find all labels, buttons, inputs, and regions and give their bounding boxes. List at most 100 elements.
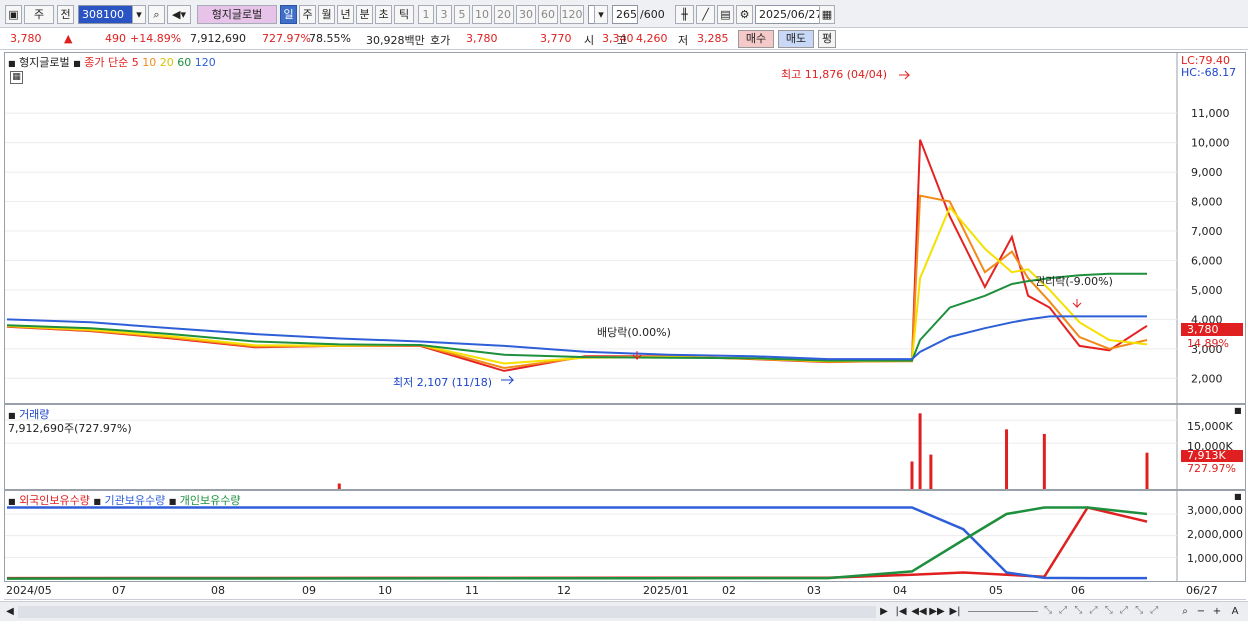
legend-foreign: 외국인보유수량 [19, 494, 90, 507]
scroll-left-button[interactable]: ◀ [4, 605, 16, 619]
quote-bar: 3,780 ▲ 490 +14.89% 7,912,690 727.97% 78… [0, 28, 1248, 50]
buy-button[interactable]: 매수 [738, 30, 774, 48]
interval-10[interactable]: 10 [472, 5, 492, 24]
scroll-track[interactable] [18, 606, 876, 618]
window-icon[interactable]: ▣ [5, 5, 22, 24]
tab-second[interactable]: 초 [375, 5, 392, 24]
save-icon[interactable]: ▤ [717, 5, 734, 24]
holdings-lines [6, 506, 1148, 580]
price-y-tick: 8,000 [1191, 196, 1223, 209]
code-dropdown-icon[interactable]: ▾ [132, 5, 146, 24]
text-tool-button[interactable]: A [1228, 605, 1242, 619]
speaker-icon[interactable]: ◀▾ [167, 5, 191, 24]
open-label: 시 [584, 34, 595, 47]
high-annotation: 최고 11,876 (04/04) [781, 68, 888, 81]
x-tick-07: 07 [112, 584, 126, 597]
current-price: 3,780 [10, 32, 42, 45]
gear-icon[interactable]: ⚙ [736, 5, 753, 24]
ma-10: 10 [142, 56, 157, 69]
holdings-line-1 [7, 506, 1147, 580]
x-tick-09: 09 [302, 584, 316, 597]
main-toolbar: ▣ 주 전 308100 ▾ ⌕ ◀▾ 형지글로벌 일 주 월 년 분 초 틱 … [0, 0, 1248, 28]
stock-name-button[interactable]: 형지글로벌 [197, 5, 277, 24]
zoom-in-button[interactable]: + [1210, 605, 1224, 619]
price-y-tick: 6,000 [1191, 254, 1223, 267]
price-chart-panel[interactable]: 11,000 10,000 9,000 8,000 7,000 6,000 5,000 4,0… [4, 52, 1246, 404]
market-select[interactable]: 주 [24, 5, 54, 24]
volume-bars [337, 413, 1149, 489]
close-icon[interactable]: ■ [1234, 406, 1242, 415]
interval-30[interactable]: 30 [516, 5, 536, 24]
avg-button[interactable]: 평 [818, 30, 836, 48]
volume-panel[interactable]: ■ 거래량 7,912,690주(727.97%) 15,000K 10,000… [4, 404, 1246, 490]
drawing-tools-icon[interactable]: ⤡ ⤢ ⤡ ⤢ ⤡ ⤢ ⤡ ⤢ [1044, 605, 1174, 619]
zoom-search-icon[interactable]: ⌕ [1178, 605, 1192, 619]
x-tick-08: 08 [211, 584, 225, 597]
volume-ratio: 727.97% [262, 32, 311, 45]
tab-month[interactable]: 월 [318, 5, 335, 24]
holdings-legend: ■ 외국인보유수량 ■ 기관보유수량 ■ 개인보유수량 [8, 492, 241, 508]
candle-icon[interactable]: ╫ [675, 5, 694, 24]
tab-week[interactable]: 주 [299, 5, 316, 24]
first-button[interactable]: |◀ [893, 605, 909, 619]
calendar-icon[interactable]: ▦ [819, 5, 835, 24]
low-arrow-icon [501, 375, 515, 385]
scroll-right-button[interactable]: ▶ [878, 605, 890, 619]
tab-minute[interactable]: 분 [356, 5, 373, 24]
close-icon[interactable]: ■ [1234, 492, 1242, 501]
x-tick-03: 03 [807, 584, 821, 597]
x-tick-10: 10 [378, 584, 392, 597]
prev-button[interactable]: 전 [57, 5, 74, 24]
search-icon[interactable]: ⌕ [148, 5, 165, 24]
interval-120[interactable]: 120 [560, 5, 584, 24]
prev-page-button[interactable]: ◀◀ [911, 605, 927, 619]
high-label: 고 [617, 34, 628, 47]
low-label: 저 [678, 34, 689, 47]
price-ma-lines [6, 70, 1148, 385]
volume-bar [1005, 429, 1009, 489]
chart-scrollbar[interactable]: ◀ ▶ |◀ ◀◀ ▶▶ ▶| ⤡ ⤢ ⤡ ⤢ ⤡ ⤢ ⤡ ⤢ ⌕ − + A [0, 601, 1248, 621]
bid-label: 호가 [430, 34, 451, 47]
zoom-slider[interactable] [968, 611, 1038, 612]
ma-line-10 [6, 194, 1148, 370]
price-grid [5, 53, 1178, 403]
trade-amount: 30,928백만 [366, 34, 425, 47]
last-button[interactable]: ▶| [947, 605, 963, 619]
interval-1[interactable]: 1 [418, 5, 434, 24]
price-y-tick: 10,000 [1191, 137, 1230, 150]
interval-20[interactable]: 20 [494, 5, 514, 24]
hc-label: HC:-68.17 [1181, 66, 1237, 79]
interval-60[interactable]: 60 [538, 5, 558, 24]
legend-institution: 기관보유수량 [104, 494, 166, 507]
rights-arrow-icon [1072, 299, 1082, 309]
zoom-out-button[interactable]: − [1194, 605, 1208, 619]
sell-button[interactable]: 매도 [778, 30, 814, 48]
volume-chart[interactable] [5, 405, 1245, 489]
draw-line-icon[interactable]: ╱ [696, 5, 715, 24]
x-tick-2024-05: 2024/05 [6, 584, 52, 597]
tab-year[interactable]: 년 [337, 5, 354, 24]
x-axis: 2024/05 07 08 09 10 11 12 2025/01 02 03 … [4, 582, 1246, 600]
count-input[interactable]: 265 [612, 5, 638, 24]
price-chart[interactable]: 11,00010,0009,0008,0007,0006,0005,0004,0… [5, 53, 1245, 403]
holdings-panel[interactable]: ■ 외국인보유수량 ■ 기관보유수량 ■ 개인보유수량 3,000,000 2,… [4, 490, 1246, 582]
interval-3[interactable]: 3 [436, 5, 452, 24]
interval-5[interactable]: 5 [454, 5, 470, 24]
interval-dropdown-icon[interactable]: ▾ [594, 5, 608, 24]
volume-grid [5, 405, 1178, 489]
price-y-tick: 7,000 [1191, 225, 1223, 238]
volume-bar [918, 413, 922, 489]
table-icon[interactable]: ▦ [10, 71, 23, 84]
x-tick-2025-01: 2025/01 [643, 584, 689, 597]
x-end-label: 06/27 [1186, 584, 1218, 597]
price-y-tick: 5,000 [1191, 284, 1223, 297]
volume-tag: 7,913K [1181, 450, 1243, 462]
next-page-button[interactable]: ▶▶ [929, 605, 945, 619]
tab-tick[interactable]: 틱 [394, 5, 414, 24]
volume-pct-tag: 727.97% [1187, 462, 1236, 475]
volume-bar [929, 454, 933, 489]
tab-day[interactable]: 일 [280, 5, 297, 24]
ask-price: 3,780 [466, 32, 498, 45]
x-tick-06: 06 [1071, 584, 1085, 597]
legend-square-icon: ■ [8, 497, 16, 506]
